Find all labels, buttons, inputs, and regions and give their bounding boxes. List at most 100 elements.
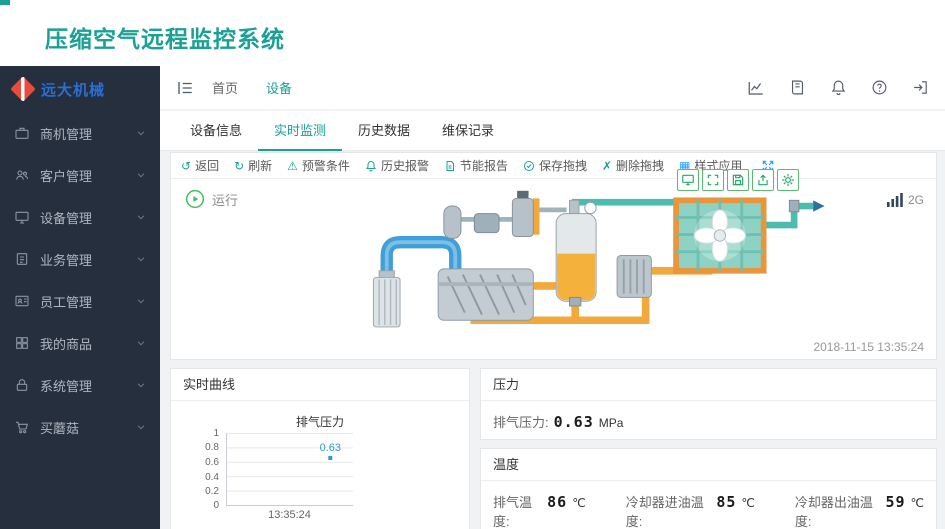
exhaust-temp-label: 排气温度: [493, 495, 533, 529]
curve-panel-title: 实时曲线 [171, 369, 469, 401]
alert-condition-button[interactable]: ⚠ 预警条件 [287, 157, 350, 174]
gear-icon[interactable] [777, 169, 799, 191]
users-icon [14, 167, 30, 183]
sidebar-item-label: 业务管理 [40, 252, 93, 268]
y-tick: 0.8 [205, 442, 219, 453]
refresh-button[interactable]: ↻ 刷新 [234, 157, 272, 174]
sidebar-item-business-opportunity[interactable]: 商机管理 [0, 112, 160, 154]
tab-history-data[interactable]: 历史数据 [342, 111, 426, 151]
sidebar-item-customer[interactable]: 客户管理 [0, 154, 160, 196]
back-label: 返回 [195, 159, 220, 173]
monitor-view-button[interactable] [677, 169, 699, 191]
nav-tab-device[interactable]: 设备 [266, 78, 292, 97]
cooler-oil-in-unit: ℃ [741, 496, 755, 510]
sidebar-item-label: 设备管理 [40, 210, 93, 226]
y-tick: 0.6 [205, 457, 219, 468]
logout-icon[interactable] [912, 79, 929, 96]
tab-maintenance-record[interactable]: 维保记录 [426, 111, 510, 151]
temperature-panel-title: 温度 [481, 449, 936, 481]
fullscreen-button[interactable] [702, 169, 724, 191]
chart-point-dot [328, 455, 333, 460]
delete-icon: ✗ [601, 158, 613, 173]
nav-tab-home[interactable]: 首页 [212, 78, 238, 97]
chart-point: 0.63 [320, 442, 341, 460]
play-circle-icon[interactable] [185, 189, 205, 209]
warning-icon: ⚠ [287, 158, 298, 173]
cooler-oil-in-reading: 冷却器进油温度: 85 ℃ [626, 492, 755, 529]
pressure-chart-plot: 0.63 [226, 433, 353, 506]
cooler-oil-out-label: 冷却器出油温度: [794, 495, 873, 529]
temperature-readings: 排气温度: 86 ℃ 冷却器进油温度: 85 ℃ 冷却器出油温度: 59 ℃ [481, 481, 936, 529]
trend-chart-icon[interactable] [747, 79, 765, 97]
pressure-readings: 排气压力: 0.63 MPa [481, 401, 936, 442]
logo-diamond-icon [10, 76, 36, 102]
chevron-down-icon [136, 296, 146, 306]
check-circle-icon [523, 160, 535, 172]
realtime-curve-panel: 实时曲线 排气压力 1 0.8 0.6 0.4 0.2 0 0.63 13:35… [170, 368, 470, 529]
energy-report-label: 节能报告 [459, 159, 508, 173]
pressure-value: 0.63 [553, 413, 594, 431]
network-status: 2G [886, 193, 924, 207]
pressure-panel-title: 压力 [481, 369, 936, 401]
briefcase-icon [14, 125, 30, 141]
tab-device-info[interactable]: 设备信息 [174, 111, 258, 151]
id-card-icon [14, 293, 30, 309]
clipboard-icon [14, 251, 30, 267]
exhaust-temp-value: 86 [547, 493, 568, 511]
corner-accent [0, 0, 10, 5]
collapse-sidebar-icon[interactable] [176, 79, 194, 97]
y-tick: 1 [213, 428, 219, 439]
undo-icon: ↺ [181, 158, 192, 173]
cooler-oil-in-label: 冷却器进油温度: [625, 495, 704, 529]
logo-text: 远大机械 [41, 81, 106, 99]
cooler-oil-in-value: 85 [716, 493, 737, 511]
history-alarm-label: 历史报警 [380, 159, 429, 173]
report-icon [444, 160, 456, 172]
sidebar-item-label: 客户管理 [40, 168, 93, 184]
save-drag-label: 保存拖拽 [538, 159, 587, 173]
lock-icon [14, 377, 30, 393]
network-type-label: 2G [907, 193, 924, 207]
y-tick: 0.4 [205, 472, 219, 483]
pressure-label: 排气压力: [493, 415, 549, 430]
sidebar-item-shop[interactable]: 买蘑菇 [0, 406, 160, 448]
sidebar-item-operations[interactable]: 业务管理 [0, 238, 160, 280]
history-alarm-button[interactable]: 历史报警 [365, 157, 429, 174]
temperature-panel: 温度 排气温度: 86 ℃ 冷却器进油温度: 85 ℃ 冷却器出油温度: 59 … [480, 448, 937, 529]
help-icon[interactable] [871, 79, 888, 96]
delete-drag-button[interactable]: ✗ 删除拖拽 [602, 157, 664, 174]
chevron-down-icon [136, 380, 146, 390]
export-button[interactable] [752, 169, 774, 191]
sidebar-item-system[interactable]: 系统管理 [0, 364, 160, 406]
tab-realtime-monitor[interactable]: 实时监测 [258, 111, 343, 151]
exhaust-temp-unit: ℃ [572, 496, 586, 510]
main-area: 首页 设备 设备信息 实时监测 历史数据 维保记录 ↺ 返回 ↻ 刷新 ⚠ 预警条件 … [160, 66, 945, 529]
run-status-label: 运行 [212, 192, 239, 208]
bell-icon[interactable] [830, 79, 847, 96]
run-status: 运行 [185, 189, 238, 209]
save-drag-button[interactable]: 保存拖拽 [523, 157, 587, 174]
back-button[interactable]: ↺ 返回 [181, 157, 219, 174]
pressure-panel: 压力 排气压力: 0.63 MPa [480, 368, 937, 440]
save-view-button[interactable] [727, 169, 749, 191]
chevron-down-icon [136, 338, 146, 348]
chevron-down-icon [136, 128, 146, 138]
y-tick: 0.2 [205, 486, 219, 497]
logo[interactable]: 远大机械 [0, 66, 160, 112]
sidebar-item-employee[interactable]: 员工管理 [0, 280, 160, 322]
book-icon[interactable] [789, 79, 806, 96]
sidebar-item-label: 系统管理 [40, 378, 93, 394]
sidebar: 远大机械 商机管理 客户管理 设备管理 业务管理 员工管理 我的商品 系统管理 [0, 66, 160, 529]
grid-icon [14, 335, 30, 351]
chevron-down-icon [136, 170, 146, 180]
refresh-icon: ↻ [234, 158, 245, 173]
pressure-unit: MPa [598, 416, 624, 430]
process-diagram [329, 187, 829, 345]
exhaust-temp-reading: 排气温度: 86 ℃ [493, 492, 586, 529]
energy-report-button[interactable]: 节能报告 [444, 157, 508, 174]
monitor-panel: ↺ 返回 ↻ 刷新 ⚠ 预警条件 历史报警 节能报告 保存拖拽 ✗ 删除拖拽 ▦ 样式应用… [170, 152, 937, 360]
chevron-down-icon [136, 254, 146, 264]
sidebar-item-device[interactable]: 设备管理 [0, 196, 160, 238]
cooler-oil-out-value: 59 [885, 493, 906, 511]
sidebar-item-my-products[interactable]: 我的商品 [0, 322, 160, 364]
